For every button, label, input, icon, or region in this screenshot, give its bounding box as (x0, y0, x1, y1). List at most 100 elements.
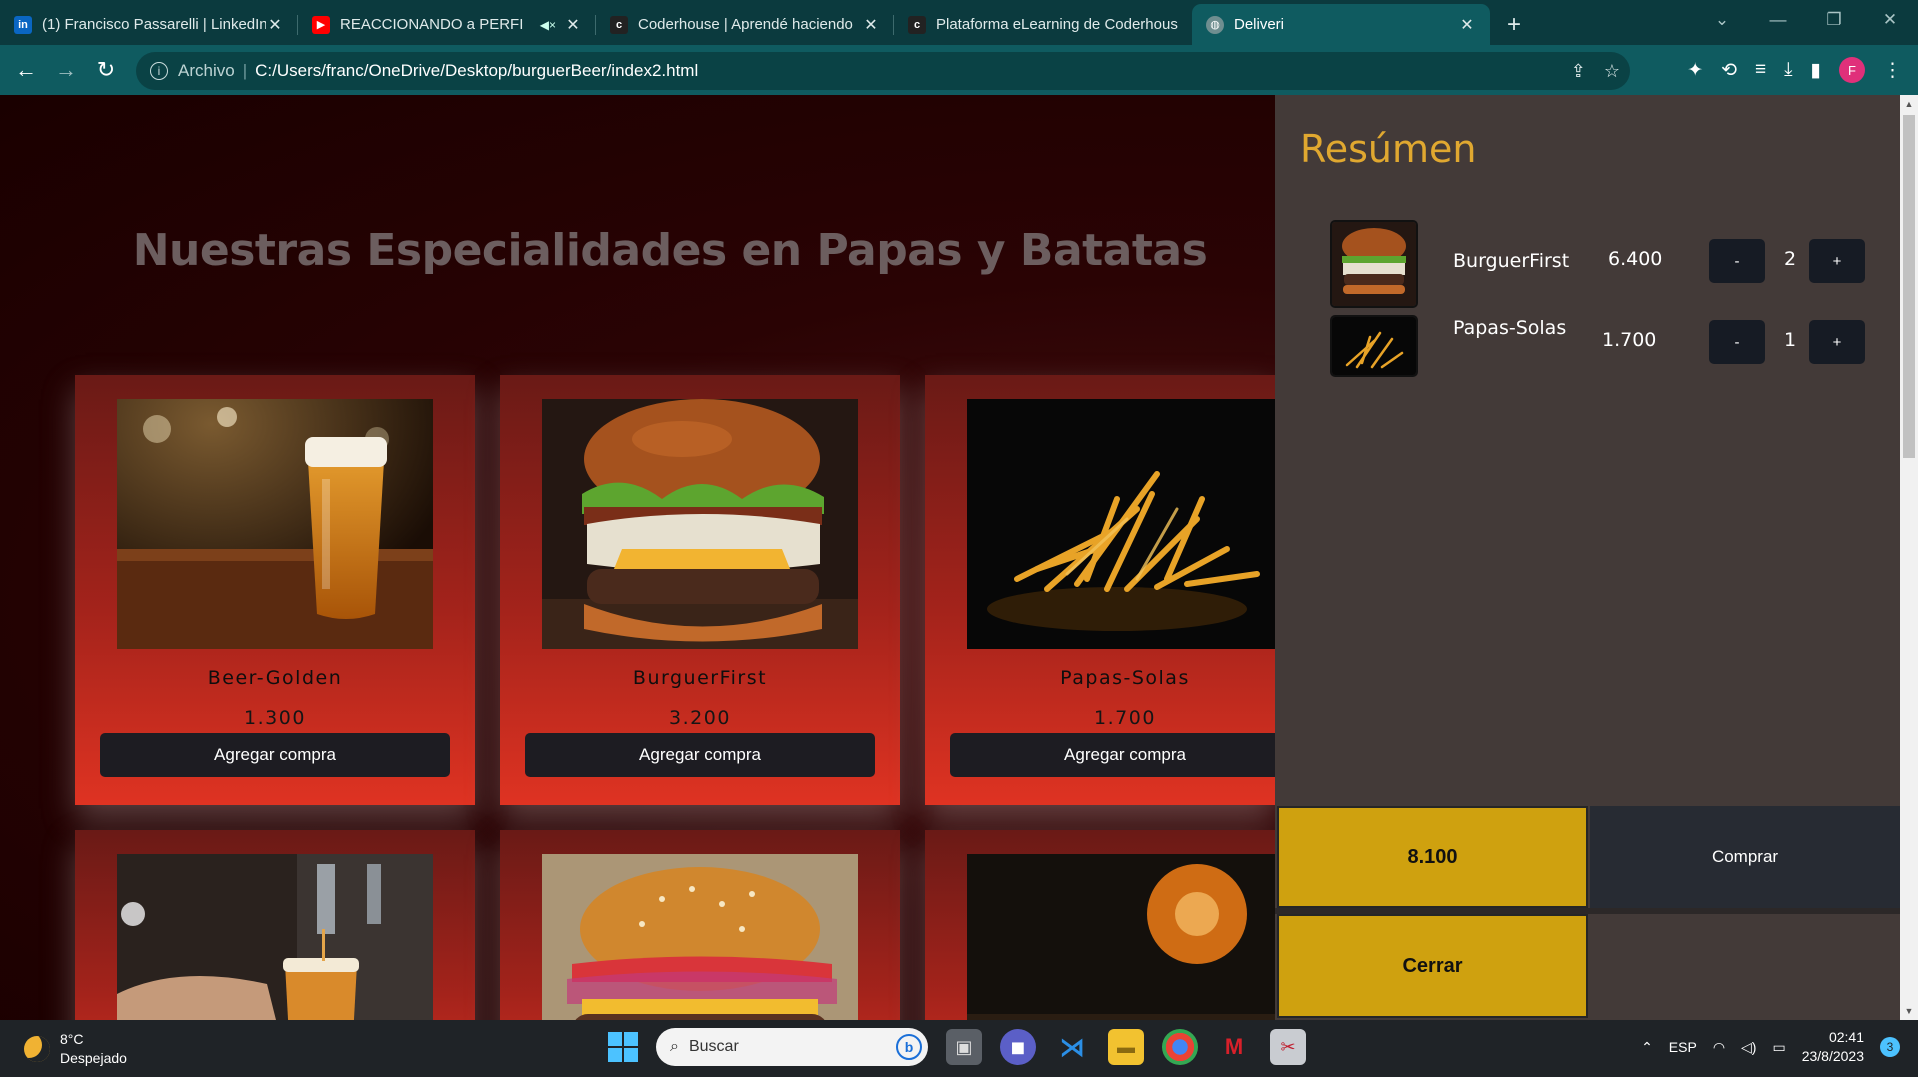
windows-start-icon[interactable] (608, 1032, 638, 1062)
extensions-icon[interactable]: ✦ (1687, 59, 1703, 82)
tab-search-icon[interactable]: ⌄ (1694, 0, 1750, 40)
battery-icon[interactable]: ▭ (1772, 1039, 1785, 1056)
add-to-cart-button[interactable]: Agregar compra (525, 733, 875, 777)
close-cart-button[interactable]: Cerrar (1277, 914, 1588, 1018)
close-icon[interactable]: ✕ (1458, 15, 1476, 35)
clock[interactable]: 02:41 23/8/2023 (1802, 1028, 1864, 1066)
product-card: Papas-Solas 1.700 Agregar compra (925, 375, 1275, 805)
decrease-qty-button[interactable]: - (1709, 239, 1765, 283)
product-card: Beer-Golden 1.300 Agregar compra (75, 375, 475, 805)
tab-title: Deliveri (1234, 16, 1285, 33)
increase-qty-button[interactable]: + (1809, 239, 1865, 283)
share-icon[interactable]: ⇪ (1571, 61, 1586, 82)
taskbar-search[interactable]: ⌕ Buscar b (656, 1028, 928, 1066)
download-icon[interactable]: ⤓ (1784, 59, 1792, 81)
product-card (500, 830, 900, 1020)
language-indicator[interactable]: ESP (1669, 1039, 1697, 1055)
teams-chat-icon[interactable]: ◼ (1000, 1029, 1036, 1065)
wifi-icon[interactable]: ◠ (1713, 1039, 1725, 1056)
product-card (75, 830, 475, 1020)
clock-date: 23/8/2023 (1801, 1048, 1864, 1064)
minimize-button[interactable]: — (1750, 0, 1806, 40)
product-name: Beer-Golden (207, 667, 343, 689)
forward-button[interactable]: → (46, 50, 86, 90)
address-bar[interactable]: i Archivo | C:/Users/franc/OneDrive/Desk… (136, 52, 1630, 90)
add-to-cart-button[interactable]: Agregar compra (100, 733, 450, 777)
tab-coderhouse[interactable]: c Coderhouse | Aprendé haciendo ✕ (596, 4, 894, 45)
bookmark-star-icon[interactable]: ☆ (1604, 61, 1620, 82)
increase-qty-button[interactable]: + (1809, 320, 1865, 364)
product-card: BurguerFirst 3.200 Agregar compra (500, 375, 900, 805)
reload-button[interactable]: ↻ (86, 50, 126, 90)
address-url[interactable]: C:/Users/franc/OneDrive/Desktop/burguerB… (255, 61, 698, 81)
restore-button[interactable]: ❐ (1806, 0, 1862, 40)
notification-badge[interactable]: 3 (1880, 1037, 1900, 1057)
browser-toolbar: ← → ↻ i Archivo | C:/Users/franc/OneDriv… (0, 45, 1918, 95)
tab-coderhouse-elearning[interactable]: c Plataforma eLearning de Coderhouse (894, 4, 1192, 45)
product-image-burger (542, 399, 858, 649)
page-scrollbar[interactable]: ▲ ▼ (1900, 95, 1918, 1020)
scrollbar-thumb[interactable] (1903, 115, 1915, 458)
product-image-fries-night (967, 854, 1275, 1020)
close-window-button[interactable]: ✕ (1862, 0, 1918, 40)
product-price: 3.200 (669, 707, 731, 729)
product-image-beer-tap (117, 854, 433, 1020)
temperature: 8°C (60, 1031, 84, 1047)
clock-time: 02:41 (1828, 1029, 1864, 1045)
product-name: Papas-Solas (1060, 667, 1190, 689)
chrome-icon[interactable] (1162, 1029, 1198, 1065)
muted-speaker-icon[interactable]: ◀× (540, 18, 556, 32)
coderhouse-icon: c (610, 15, 628, 34)
snipping-tool-icon[interactable]: ✂ (1270, 1029, 1306, 1065)
product-name: BurguerFirst (632, 667, 768, 689)
product-image-beer (117, 399, 433, 649)
cart-item: Papas-Solas 1.700 - 1 + (1330, 315, 1870, 385)
tab-title: Coderhouse | Aprendé haciendo (638, 16, 853, 33)
info-icon[interactable]: i (150, 62, 168, 80)
search-placeholder: Buscar (688, 1038, 739, 1055)
cart-total: 8.100 (1277, 806, 1588, 908)
product-image-burger-2 (542, 854, 858, 1020)
weather-widget[interactable]: 8°C Despejado (24, 1030, 127, 1068)
side-panel-icon[interactable]: ▮ (1811, 59, 1821, 82)
tab-title: Plataforma eLearning de Coderhouse (936, 16, 1178, 33)
address-scheme: Archivo (178, 61, 235, 80)
coderhouse-icon: c (908, 15, 926, 34)
close-icon[interactable]: ✕ (564, 15, 582, 35)
file-explorer-icon[interactable]: ▬ (1108, 1029, 1144, 1065)
chrome-labs-icon[interactable]: ⟲ (1721, 59, 1737, 82)
product-price: 1.300 (244, 707, 306, 729)
cart-item-price: 1.700 (1602, 329, 1657, 351)
task-view-icon[interactable]: ▣ (946, 1029, 982, 1065)
product-card (925, 830, 1275, 1020)
menu-kebab-icon[interactable]: ⋮ (1883, 59, 1902, 82)
cart-item-qty: 2 (1783, 248, 1797, 270)
chevron-up-icon[interactable]: ⌃ (1641, 1039, 1653, 1056)
close-icon[interactable]: ✕ (266, 15, 284, 35)
cart-item-qty: 1 (1783, 329, 1797, 351)
cart-item-image (1330, 220, 1418, 308)
decrease-qty-button[interactable]: - (1709, 320, 1765, 364)
tab-deliveri[interactable]: ◍ Deliveri ✕ (1192, 4, 1490, 45)
moon-icon (24, 1036, 50, 1062)
add-to-cart-button[interactable]: Agregar compra (950, 733, 1275, 777)
bing-icon[interactable]: b (896, 1034, 922, 1060)
mcafee-icon[interactable]: M (1216, 1029, 1252, 1065)
vscode-icon[interactable]: ⋊ (1054, 1029, 1090, 1065)
scroll-down-arrow-icon[interactable]: ▼ (1900, 1002, 1918, 1020)
volume-icon[interactable]: ◁) (1741, 1039, 1756, 1056)
weather-status: Despejado (60, 1050, 127, 1066)
new-tab-button[interactable]: + (1494, 4, 1534, 45)
buy-button[interactable]: Comprar (1590, 806, 1900, 908)
back-button[interactable]: ← (6, 50, 46, 90)
media-queue-icon[interactable]: ≡ (1755, 59, 1766, 81)
youtube-icon: ▶ (312, 15, 330, 34)
tab-youtube[interactable]: ▶ REACCIONANDO a PERFI ◀× ✕ (298, 4, 596, 45)
profile-avatar[interactable]: F (1839, 57, 1865, 83)
linkedin-icon: in (14, 15, 32, 34)
tab-linkedin[interactable]: in (1) Francisco Passarelli | LinkedIn ✕ (0, 4, 298, 45)
scroll-up-arrow-icon[interactable]: ▲ (1900, 95, 1918, 113)
close-icon[interactable]: ✕ (862, 15, 880, 35)
globe-icon: ◍ (1206, 15, 1224, 34)
product-price: 1.700 (1094, 707, 1156, 729)
